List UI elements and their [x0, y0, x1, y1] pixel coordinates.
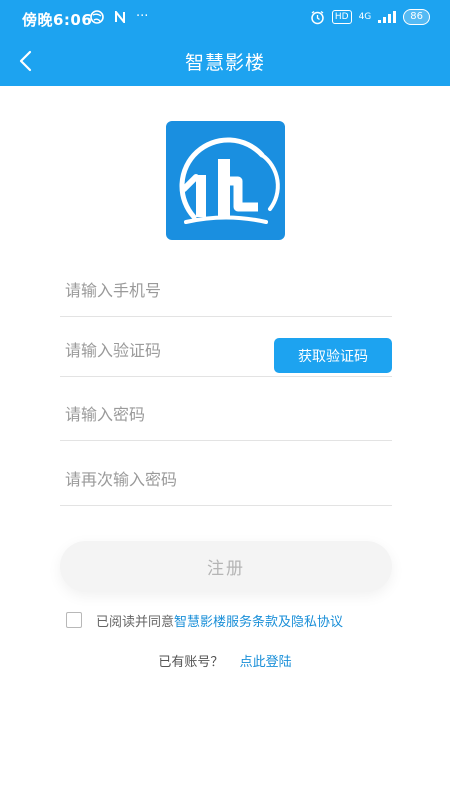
battery-indicator: 86 [403, 9, 430, 25]
phone-input[interactable] [65, 266, 265, 314]
login-prompt: 已有账号？ [158, 655, 224, 670]
verification-code-input[interactable] [65, 326, 265, 374]
status-bar: 傍晚6:06 ··· HD 4G 86 [0, 0, 450, 36]
hd-badge: HD [331, 10, 352, 24]
status-time: 傍晚6:06 [22, 11, 93, 29]
confirm-password-input[interactable] [65, 455, 265, 503]
page-title: 智慧影楼 [184, 52, 265, 74]
password-field [60, 390, 392, 441]
top-bar: 傍晚6:06 ··· HD 4G 86 智慧影楼 [0, 0, 450, 86]
agreement-row: 已阅读并同意 智慧影楼服务条款及隐私协议 [66, 610, 343, 630]
agreement-prefix: 已阅读并同意 [96, 614, 175, 630]
status-notification-icons: ··· [90, 9, 148, 24]
status-right-icons: HD 4G 86 [310, 9, 430, 25]
get-code-button[interactable]: 获取验证码 [274, 338, 392, 373]
globe-icon [90, 9, 104, 24]
register-button[interactable]: 注册 [60, 541, 392, 592]
nav-bar: 智慧影楼 [0, 36, 450, 86]
confirm-password-field [60, 455, 392, 506]
building-logo-icon [179, 137, 280, 224]
network-type: 4G [358, 12, 372, 22]
app-logo [166, 121, 285, 240]
login-link[interactable]: 点此登陆 [240, 655, 292, 670]
more-notifications-icon: ··· [136, 9, 149, 24]
phone-field [60, 266, 392, 317]
password-input[interactable] [65, 390, 265, 438]
code-field: 获取验证码 [60, 326, 392, 377]
alarm-icon [311, 10, 324, 24]
agreement-checkbox[interactable] [66, 612, 82, 628]
n-app-icon [115, 10, 125, 23]
login-row: 已有账号？ 点此登陆 [0, 651, 450, 670]
agreement-link[interactable]: 智慧影楼服务条款及隐私协议 [174, 611, 343, 630]
signal-icon [378, 11, 397, 23]
